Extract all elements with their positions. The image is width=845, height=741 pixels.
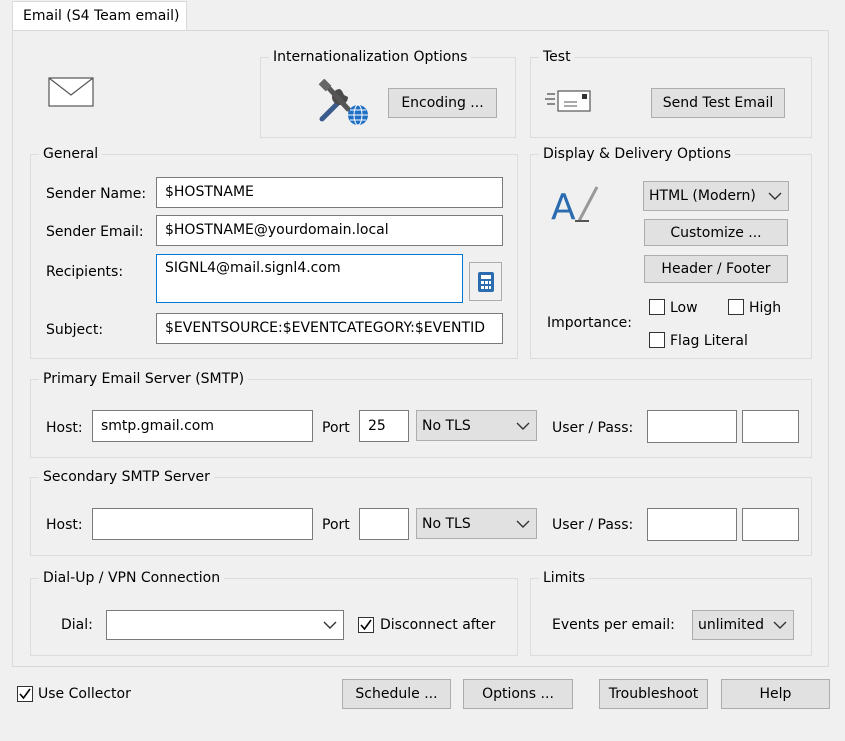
primary-smtp-title: Primary Email Server (SMTP)	[43, 371, 245, 387]
use-collector-label: Use Collector	[38, 686, 131, 702]
email-format-select[interactable]: HTML (Modern)	[643, 181, 789, 211]
encoding-button[interactable]: Encoding ...	[388, 88, 497, 118]
envelope-icon	[48, 77, 94, 107]
high-checkbox[interactable]	[728, 299, 744, 315]
low-checkbox[interactable]	[649, 299, 665, 315]
primary-tls-value: No TLS	[422, 417, 471, 434]
primary-host-label: Host:	[46, 420, 83, 436]
secondary-port-label: Port	[322, 517, 350, 533]
recipients-input[interactable]: SIGNL4@mail.signl4.com	[156, 254, 463, 303]
recipients-label: Recipients:	[46, 264, 124, 280]
primary-tls-select[interactable]: No TLS	[416, 410, 537, 441]
chevron-down-icon	[516, 520, 530, 528]
primary-pass-input[interactable]	[742, 410, 799, 443]
font-format-icon: A	[551, 186, 599, 225]
address-book-button[interactable]	[469, 262, 502, 301]
dial-select[interactable]	[106, 610, 344, 640]
troubleshoot-button[interactable]: Troubleshoot	[599, 679, 708, 709]
tab-label: Email (S4 Team email)	[23, 8, 180, 24]
sender-email-input[interactable]: $HOSTNAME@yourdomain.local	[156, 215, 503, 246]
calculator-icon	[477, 271, 494, 292]
customize-button[interactable]: Customize ...	[644, 219, 788, 246]
dialup-title: Dial-Up / VPN Connection	[43, 570, 221, 586]
sender-email-label: Sender Email:	[46, 224, 144, 240]
dial-label: Dial:	[61, 617, 93, 633]
chevron-down-icon	[773, 621, 787, 629]
checkmark-icon	[360, 619, 372, 631]
secondary-tls-value: No TLS	[422, 515, 471, 532]
flag-literal-label: Flag Literal	[670, 333, 748, 349]
secondary-smtp-title: Secondary SMTP Server	[43, 469, 210, 485]
tools-globe-icon	[318, 79, 368, 126]
events-per-email-value: unlimited	[698, 617, 765, 633]
sender-name-input[interactable]: $HOSTNAME	[156, 177, 503, 208]
chevron-down-icon	[323, 621, 337, 629]
use-collector-checkbox[interactable]	[17, 686, 33, 702]
email-format-value: HTML (Modern)	[649, 188, 756, 204]
secondary-host-input[interactable]	[92, 508, 313, 540]
tab-email[interactable]: Email (S4 Team email)	[12, 1, 187, 31]
primary-user-input[interactable]	[647, 410, 737, 443]
subject-input[interactable]: $EVENTSOURCE:$EVENTCATEGORY:$EVENTID	[156, 313, 503, 344]
flag-literal-checkbox[interactable]	[649, 332, 665, 348]
general-title: General	[43, 146, 99, 162]
primary-port-label: Port	[322, 420, 350, 436]
disconnect-after-checkbox[interactable]	[358, 617, 374, 633]
events-per-email-select[interactable]: unlimited	[692, 610, 794, 640]
chevron-down-icon	[768, 192, 782, 200]
display-delivery-title: Display & Delivery Options	[543, 146, 732, 162]
high-label: High	[749, 300, 782, 316]
svg-text:A: A	[551, 187, 576, 225]
secondary-port-input[interactable]	[359, 508, 409, 540]
send-email-icon	[545, 90, 591, 112]
importance-label: Importance:	[547, 315, 632, 331]
primary-host-input[interactable]: smtp.gmail.com	[92, 410, 313, 442]
low-label: Low	[670, 300, 698, 316]
sender-name-label: Sender Name:	[46, 186, 147, 202]
test-title: Test	[543, 49, 571, 65]
disconnect-after-label: Disconnect after	[380, 617, 496, 633]
secondary-userpass-label: User / Pass:	[552, 517, 634, 533]
checkmark-icon	[19, 688, 31, 700]
secondary-user-input[interactable]	[647, 508, 737, 541]
limits-title: Limits	[543, 570, 585, 586]
primary-userpass-label: User / Pass:	[552, 420, 634, 436]
primary-port-input[interactable]: 25	[359, 410, 409, 442]
chevron-down-icon	[516, 422, 530, 430]
header-footer-button[interactable]: Header / Footer	[644, 255, 788, 283]
schedule-button[interactable]: Schedule ...	[342, 679, 451, 709]
secondary-pass-input[interactable]	[742, 508, 799, 541]
secondary-tls-select[interactable]: No TLS	[416, 508, 537, 539]
events-per-email-label: Events per email:	[552, 617, 675, 633]
subject-label: Subject:	[46, 322, 104, 338]
internationalization-title: Internationalization Options	[273, 49, 468, 65]
options-button[interactable]: Options ...	[463, 679, 573, 709]
secondary-host-label: Host:	[46, 517, 83, 533]
help-button[interactable]: Help	[721, 679, 830, 709]
send-test-email-button[interactable]: Send Test Email	[651, 88, 785, 118]
